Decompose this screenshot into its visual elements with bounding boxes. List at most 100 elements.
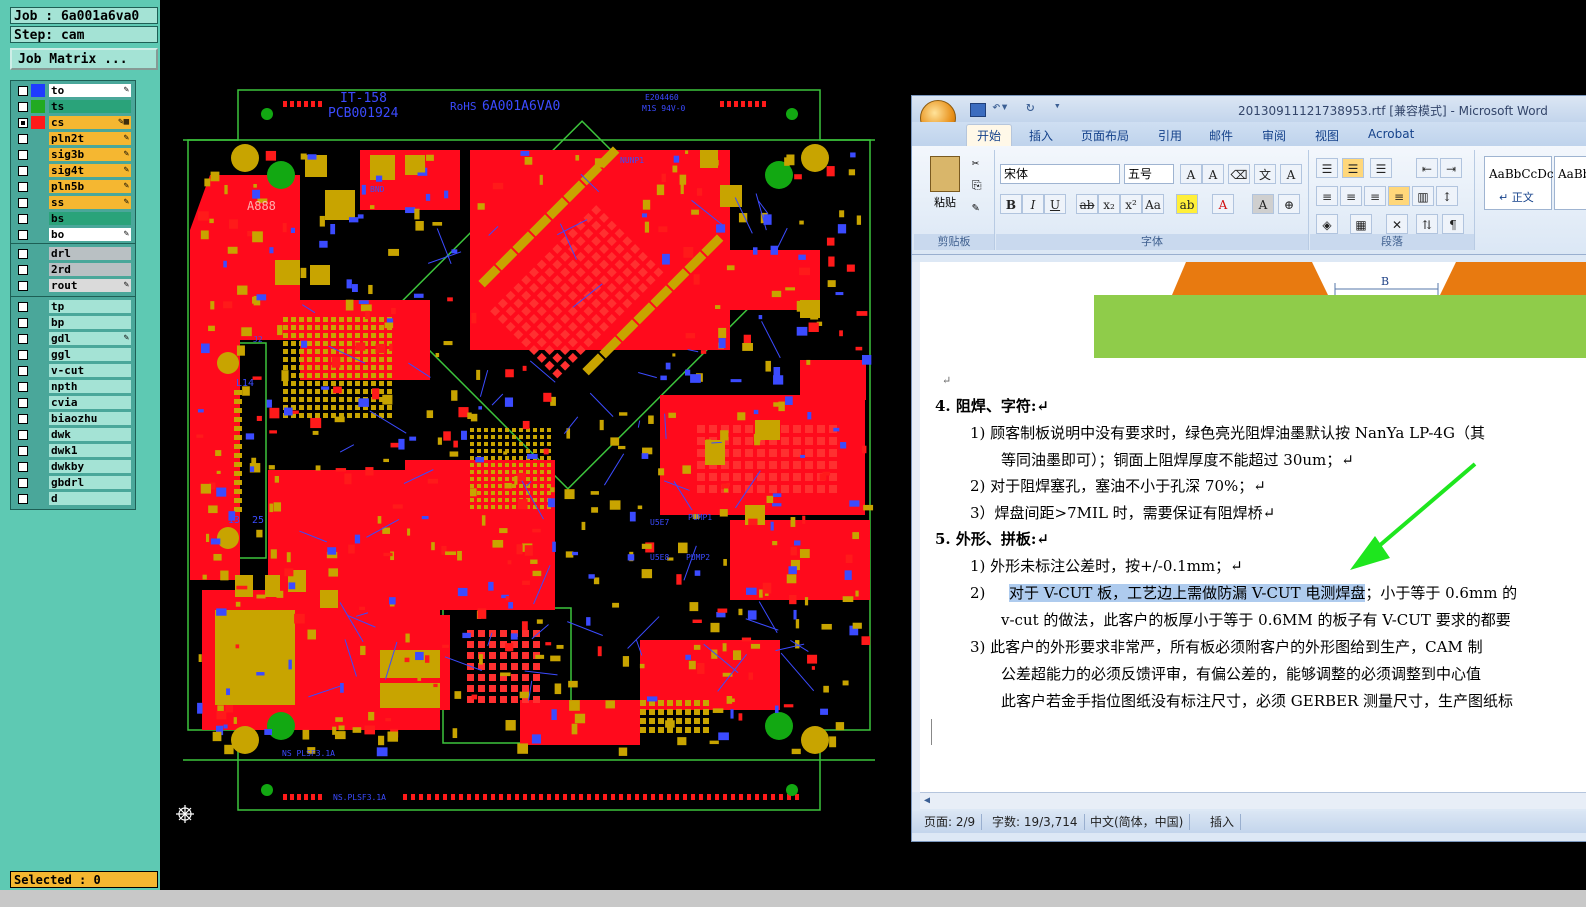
layer-checkbox[interactable]	[18, 350, 28, 360]
layer-name[interactable]: to ✎	[49, 84, 131, 97]
layer-color-swatch[interactable]	[31, 84, 45, 97]
layer-name[interactable]: pln5b ✎	[49, 180, 131, 193]
tab-references[interactable]: 引用	[1158, 127, 1182, 144]
layer-color-swatch[interactable]	[31, 364, 45, 377]
layer-color-swatch[interactable]	[31, 492, 45, 505]
document-page[interactable]: B ↵ 4. 阻焊、字符:↵ 1) 顾客制板说明中没有要求时，绿色亮光阻焊油墨默…	[920, 262, 1586, 792]
layer-color-swatch[interactable]	[31, 148, 45, 161]
font-color-icon[interactable]: A	[1212, 194, 1234, 214]
layer-row-biaozhu[interactable]: biaozhu	[13, 412, 131, 425]
language[interactable]: 中文(简体，中国)	[1084, 814, 1191, 830]
layer-color-swatch[interactable]	[31, 460, 45, 473]
layer-checkbox[interactable]	[18, 214, 28, 224]
layer-checkbox[interactable]	[18, 249, 28, 259]
layer-checkbox[interactable]	[18, 302, 28, 312]
layer-row-dwk1[interactable]: dwk1	[13, 444, 131, 457]
layer-checkbox[interactable]	[18, 494, 28, 504]
layer-checkbox[interactable]	[18, 366, 28, 376]
bold-icon[interactable]: B	[1000, 194, 1022, 214]
layer-name[interactable]: d	[49, 492, 131, 505]
save-icon[interactable]	[970, 103, 986, 117]
layer-color-swatch[interactable]	[31, 348, 45, 361]
layer-checkbox[interactable]	[18, 478, 28, 488]
layer-color-swatch[interactable]	[31, 196, 45, 209]
align-right-icon[interactable]: ≡	[1364, 186, 1386, 206]
layer-checkbox[interactable]	[18, 462, 28, 472]
layer-name[interactable]: sig3b ✎	[49, 148, 131, 161]
tab-page-layout[interactable]: 页面布局	[1081, 127, 1129, 144]
layer-row-ss[interactable]: ss ✎	[13, 196, 131, 209]
layer-checkbox[interactable]	[18, 334, 28, 344]
layer-checkbox[interactable]	[18, 198, 28, 208]
layer-color-swatch[interactable]	[31, 332, 45, 345]
layer-row-2rd[interactable]: 2rd	[13, 263, 131, 276]
line-spacing-icon[interactable]: ↕	[1436, 186, 1458, 206]
char-border-icon[interactable]: A	[1280, 164, 1302, 184]
layer-name[interactable]: dwkby	[49, 460, 131, 473]
layer-color-swatch[interactable]	[31, 396, 45, 409]
font-size-combo[interactable]: 五号	[1124, 164, 1174, 184]
layer-row-v-cut[interactable]: v-cut	[13, 364, 131, 377]
scroll-left-icon[interactable]: ◀	[924, 795, 930, 806]
layer-checkbox[interactable]	[18, 318, 28, 328]
italic-icon[interactable]: I	[1022, 194, 1044, 214]
layer-name[interactable]: rout ✎	[49, 279, 131, 292]
format-painter-icon[interactable]: ✎	[972, 200, 979, 214]
job-matrix-button[interactable]: Job Matrix ...	[10, 48, 158, 70]
shrink-font-icon[interactable]: A	[1202, 164, 1224, 184]
layer-color-swatch[interactable]	[31, 116, 45, 129]
tab-mailings[interactable]: 邮件	[1209, 127, 1233, 144]
layer-name[interactable]: gdl ✎	[49, 332, 131, 345]
cut-icon[interactable]: ✂	[972, 156, 979, 170]
undo-icon[interactable]: ↶▾	[992, 99, 1009, 115]
layer-row-to[interactable]: to ✎	[13, 84, 131, 97]
align-center-icon[interactable]: ≡	[1340, 186, 1362, 206]
layer-name[interactable]: cs ✎▦	[49, 116, 131, 129]
multilevel-icon[interactable]: ☰	[1370, 158, 1392, 178]
layer-color-swatch[interactable]	[31, 380, 45, 393]
horizontal-scrollbar[interactable]: ◀	[920, 792, 1586, 809]
grow-font-icon[interactable]: A	[1180, 164, 1202, 184]
numbering-icon[interactable]: ☰	[1342, 158, 1364, 178]
tab-view[interactable]: 视图	[1315, 127, 1339, 144]
distributed-icon[interactable]: ▥	[1412, 186, 1434, 206]
sort-icon[interactable]: ⇅	[1416, 214, 1438, 234]
redo-icon[interactable]: ↻	[1026, 99, 1034, 115]
layer-checkbox[interactable]	[18, 182, 28, 192]
layer-name[interactable]: dwk	[49, 428, 131, 441]
tab-acrobat[interactable]: Acrobat	[1368, 127, 1414, 141]
layer-row-d[interactable]: d	[13, 492, 131, 505]
layer-color-swatch[interactable]	[31, 412, 45, 425]
show-marks-icon[interactable]: ¶	[1442, 214, 1464, 234]
layer-row-bp[interactable]: bp	[13, 316, 131, 329]
phonetic-icon[interactable]: 文	[1254, 164, 1276, 184]
layer-name[interactable]: gbdrl	[49, 476, 131, 489]
align-left-icon[interactable]: ≡	[1316, 186, 1338, 206]
layer-row-ggl[interactable]: ggl	[13, 348, 131, 361]
layer-name[interactable]: ggl	[49, 348, 131, 361]
layer-row-npth[interactable]: npth	[13, 380, 131, 393]
customize-qat-icon[interactable]: ▾	[1054, 99, 1061, 112]
layer-name[interactable]: biaozhu	[49, 412, 131, 425]
layer-name[interactable]: v-cut	[49, 364, 131, 377]
word-count[interactable]: 字数: 19/3,714	[986, 814, 1085, 830]
layer-color-swatch[interactable]	[31, 476, 45, 489]
layer-name[interactable]: cvia	[49, 396, 131, 409]
subscript-icon[interactable]: x₂	[1098, 194, 1120, 214]
layer-checkbox[interactable]	[18, 118, 28, 128]
layer-name[interactable]: ss ✎	[49, 196, 131, 209]
layer-name[interactable]: bs	[49, 212, 131, 225]
tab-insert[interactable]: 插入	[1029, 127, 1053, 144]
shading-icon[interactable]: ◈	[1316, 214, 1338, 234]
chinese-layout-icon[interactable]: ✕	[1386, 214, 1408, 234]
char-shading-icon[interactable]: A	[1252, 194, 1274, 214]
style-normal[interactable]: AaBbCcDc ↵ 正文	[1484, 156, 1554, 210]
layer-row-bs[interactable]: bs	[13, 212, 131, 225]
layer-name[interactable]: pln2t ✎	[49, 132, 131, 145]
enclose-char-icon[interactable]: ⊕	[1278, 194, 1300, 214]
layer-row-rout[interactable]: rout ✎	[13, 279, 131, 292]
layer-row-drl[interactable]: drl	[13, 247, 131, 260]
layer-row-ts[interactable]: ts	[13, 100, 131, 113]
bullets-icon[interactable]: ☰	[1316, 158, 1338, 178]
layer-row-cs[interactable]: cs ✎▦	[13, 116, 131, 129]
